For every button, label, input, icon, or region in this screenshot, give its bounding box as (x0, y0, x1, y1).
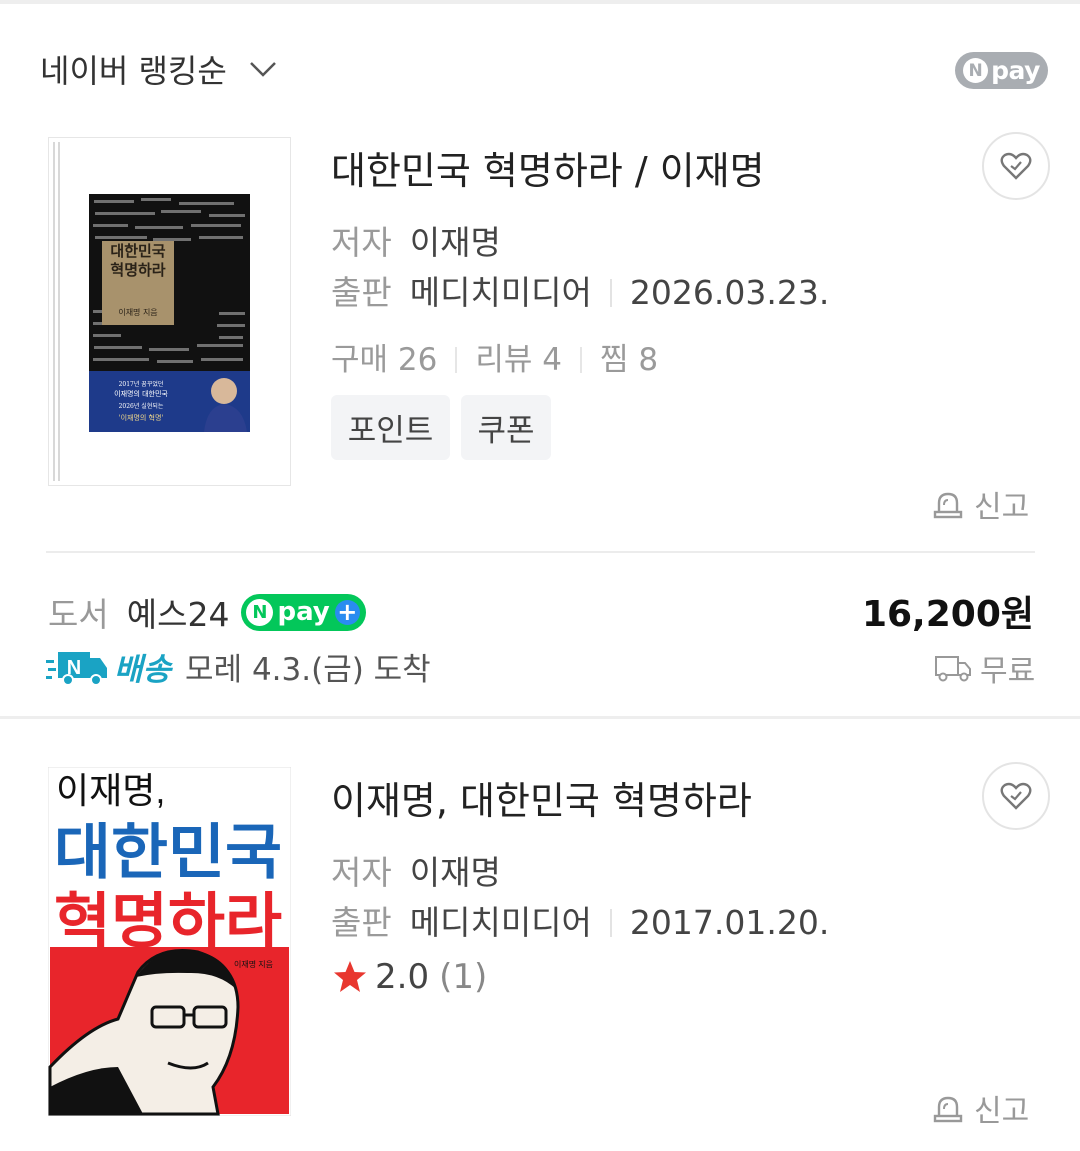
n-delivery-truck-icon: N (46, 651, 107, 686)
buy-count: 구매 26 (331, 342, 438, 378)
heart-icon (1000, 152, 1032, 180)
publisher-line: 출판 메디치미디어 2017.01.20. (331, 896, 829, 944)
sort-dropdown[interactable]: 네이버 랭킹순 (40, 46, 277, 92)
npay-plus-badge: N pay + (241, 593, 366, 631)
chip-point: 포인트 (331, 395, 450, 460)
product-title[interactable]: 이재명, 대한민국 혁명하라 (331, 770, 752, 825)
meta-separator (609, 909, 612, 937)
cover1-band-4: '이재명의 혁명' (119, 413, 164, 422)
product-divider (0, 716, 1080, 719)
price: 16,200원 (862, 585, 1034, 637)
author-key: 저자 (331, 853, 392, 892)
chip-coupon: 쿠폰 (461, 395, 551, 460)
cover1-band-1: 2017년 꿈꾸었던 (119, 380, 164, 388)
publisher-name: 메디치미디어 (409, 273, 592, 312)
shipping-fee-label: 무료 (980, 654, 1036, 689)
naver-n-icon: N (963, 58, 989, 83)
product-stats: 구매 26 리뷰 4 찜 8 (331, 334, 658, 379)
delivery-date: 모레 4.3.(금) 도착 (185, 652, 431, 688)
zzim-count: 찜 8 (599, 342, 659, 378)
cover1-author: 이재명 지음 (118, 307, 157, 317)
cover1-title-line2: 혁명하라 (110, 261, 165, 279)
cover2-line2: 대한민국 (54, 818, 282, 888)
siren-icon (933, 492, 963, 519)
book-cover-image: 이재명, 대한민국 혁명하라 이재명 지음 (47, 766, 292, 1117)
cover2-author: 이재명 지음 (234, 959, 273, 969)
sort-label: 네이버 랭킹순 (40, 52, 227, 90)
report-button[interactable]: 신고 (932, 482, 1029, 526)
npay-badge-label: pay (991, 56, 1040, 85)
cover1-title-line1: 대한민국 (110, 242, 165, 260)
author-key: 저자 (331, 223, 392, 262)
review-count[interactable]: 리뷰 4 (475, 342, 562, 378)
seller-category: 도서 (48, 595, 109, 634)
rating-count: (1) (439, 957, 488, 997)
book-cover[interactable]: 이재명, 대한민국 혁명하라 이재명 지음 (47, 766, 292, 1117)
book-cover[interactable]: 대한민국 혁명하라 이재명 지음 2017년 꿈꾸었던 이재명의 대한민국 20… (48, 137, 291, 486)
favorite-button[interactable] (982, 762, 1050, 830)
star-icon (334, 961, 366, 992)
shipping-fee: 무료 (934, 646, 1035, 690)
rating-score: 2.0 (375, 957, 430, 997)
heart-icon (1000, 782, 1032, 810)
siren-icon (933, 1096, 963, 1123)
product-title[interactable]: 대한민국 혁명하라 / 이재명 (331, 140, 765, 195)
npay-filter-badge[interactable]: N pay (955, 52, 1048, 89)
seller-row[interactable]: 도서 예스24 N pay + (48, 588, 366, 636)
chevron-down-icon (249, 62, 276, 77)
plus-icon: + (334, 598, 360, 626)
price-currency: 원 (1000, 594, 1034, 635)
report-label: 신고 (974, 1094, 1030, 1129)
stats-separator (579, 347, 582, 373)
favorite-button[interactable] (982, 132, 1050, 200)
npay-plus-label: pay (277, 597, 330, 627)
publisher-key: 출판 (331, 903, 392, 942)
author-name[interactable]: 이재명 (410, 223, 501, 262)
report-label: 신고 (974, 490, 1030, 525)
publish-date: 2026.03.23. (629, 273, 830, 312)
publisher-line: 출판 메디치미디어 2026.03.23. (331, 266, 829, 314)
seller-store-name[interactable]: 예스24 (127, 588, 230, 636)
author-line: 저자 이재명 (331, 216, 501, 264)
section-divider (46, 551, 1035, 553)
cover1-band-2: 이재명의 대한민국 (114, 389, 168, 398)
meta-separator (609, 279, 612, 307)
book-cover-image: 대한민국 혁명하라 이재명 지음 2017년 꿈꾸었던 이재명의 대한민국 20… (49, 138, 290, 485)
delivery-row: N 배송 모레 4.3.(금) 도착 (46, 644, 431, 689)
price-value: 16,200 (861, 594, 1001, 635)
cover2-line3: 혁명하라 (54, 887, 282, 957)
top-divider (0, 0, 1080, 4)
report-button[interactable]: 신고 (932, 1086, 1029, 1130)
cover2-line1: 이재명, (56, 770, 165, 811)
author-line: 저자 이재명 (331, 846, 501, 894)
rating[interactable]: 2.0 (1) (333, 957, 487, 997)
truck-icon (935, 656, 971, 682)
delivery-label: 배송 (114, 652, 172, 688)
publisher-name: 메디치미디어 (409, 903, 592, 942)
cover1-band-3: 2026년 실현되는 (119, 402, 164, 410)
naver-n-icon: N (246, 598, 274, 626)
author-name[interactable]: 이재명 (410, 853, 501, 892)
publisher-key: 출판 (331, 273, 392, 312)
stats-separator (455, 347, 458, 373)
publish-date: 2017.01.20. (629, 903, 830, 942)
svg-text:N: N (67, 657, 81, 679)
